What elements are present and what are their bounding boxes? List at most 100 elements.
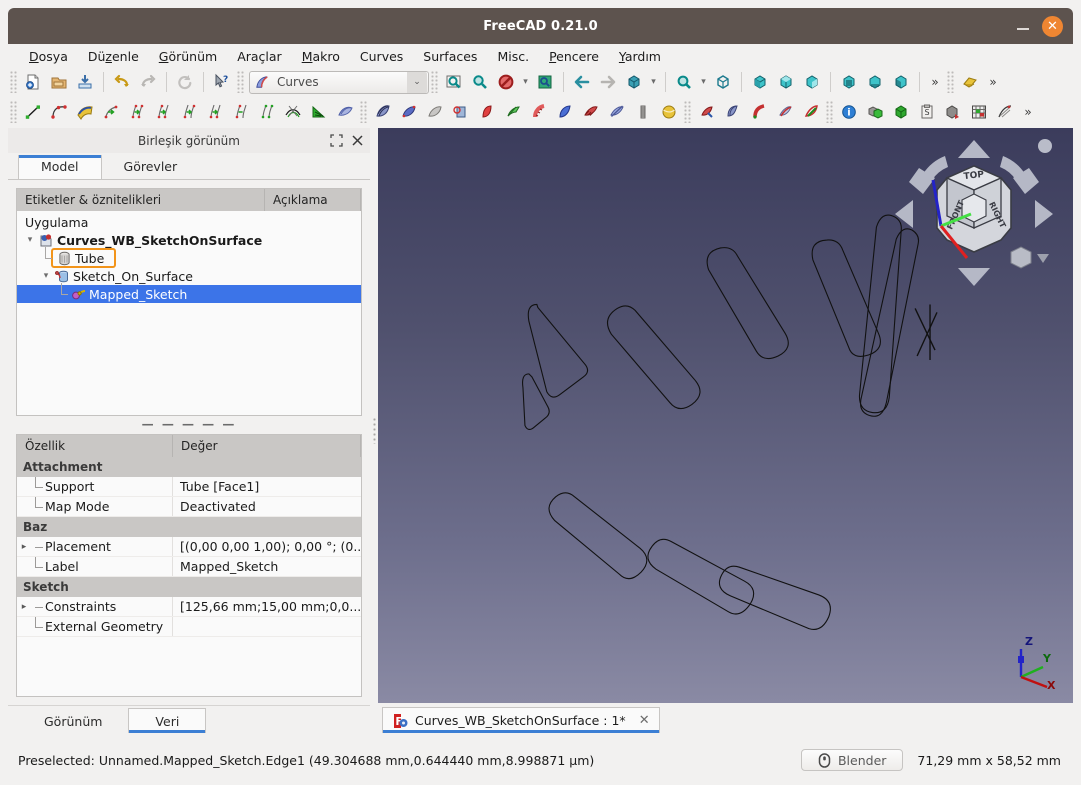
open-document-icon[interactable] <box>46 70 72 94</box>
axonometric-view-icon[interactable] <box>532 70 558 94</box>
chevron-down-icon[interactable]: ▾ <box>519 70 532 94</box>
sweep-surface-icon[interactable] <box>500 100 526 124</box>
expand-panel-icon[interactable] <box>329 134 343 148</box>
line-curve-icon[interactable] <box>20 100 46 124</box>
split-curve-icon[interactable] <box>124 100 150 124</box>
appearance-icon[interactable] <box>957 70 983 94</box>
toolbar-grip[interactable] <box>10 101 18 123</box>
sublink-icon[interactable] <box>798 100 824 124</box>
toolbar-grip[interactable] <box>360 101 368 123</box>
toolbar-grip[interactable] <box>431 71 439 93</box>
clipboard-macro-icon[interactable]: S <box>914 100 940 124</box>
panel-splitter[interactable]: — — — — — <box>8 416 370 434</box>
pipeshell-icon[interactable] <box>526 100 552 124</box>
toolbar-overflow-button[interactable]: » <box>925 70 945 94</box>
property-row[interactable]: ▸ Placement [(0,00 0,00 1,00); 0,00 °; (0.… <box>17 537 361 557</box>
multi-loft-icon[interactable] <box>630 100 656 124</box>
tab-g-revler[interactable]: Görevler <box>101 155 200 179</box>
close-panel-icon[interactable] <box>350 134 364 148</box>
tree-twisty-icon[interactable]: ▾ <box>23 235 37 245</box>
property-tab-veri[interactable]: Veri <box>128 708 207 733</box>
menu-item-misc[interactable]: Misc. <box>488 47 538 66</box>
property-row[interactable]: External Geometry <box>17 617 361 637</box>
document-tab[interactable]: F Curves_WB_SketchOnSurface : 1* ✕ <box>382 707 660 733</box>
menu-item-dosya[interactable]: Dosya <box>20 47 77 66</box>
property-value[interactable]: [125,66 mm;15,00 mm;0,0... <box>173 599 361 614</box>
paste-geometry-icon[interactable] <box>694 100 720 124</box>
discretize-curve-icon[interactable] <box>150 100 176 124</box>
rear-view-icon[interactable] <box>836 70 862 94</box>
approximate-curve-icon[interactable] <box>176 100 202 124</box>
left-view-icon[interactable] <box>888 70 914 94</box>
navigation-cube[interactable]: TOP FRONT RIGHT <box>889 134 1059 294</box>
toolbar-grip[interactable] <box>237 71 245 93</box>
front-view-icon[interactable] <box>747 70 773 94</box>
navigation-style-button[interactable]: Blender <box>800 749 904 771</box>
isocurve-icon[interactable] <box>332 100 358 124</box>
right-view-icon[interactable] <box>799 70 825 94</box>
bottom-view-icon[interactable] <box>862 70 888 94</box>
refresh-icon[interactable] <box>172 70 198 94</box>
menu-item-yard-m[interactable]: Yardım <box>610 47 670 66</box>
workbench-selector[interactable]: Curves ⌄ <box>249 70 429 94</box>
loft-surface-icon[interactable] <box>552 100 578 124</box>
mixed-curve-icon[interactable] <box>772 100 798 124</box>
comb-plot-icon[interactable] <box>280 100 306 124</box>
nurbs-editor-icon[interactable] <box>992 100 1018 124</box>
bezier-curve-icon[interactable] <box>46 100 72 124</box>
menu-item-makro[interactable]: Makro <box>293 47 349 66</box>
menu-item-surfaces[interactable]: Surfaces <box>414 47 486 66</box>
isometric-view-icon[interactable] <box>621 70 647 94</box>
solid-box-icon[interactable] <box>888 100 914 124</box>
property-value[interactable]: Tube [Face1] <box>173 479 361 494</box>
tab-model[interactable]: Model <box>18 155 102 179</box>
profile-support-icon[interactable] <box>448 100 474 124</box>
surface-patch-icon[interactable] <box>422 100 448 124</box>
menu-item-pencere[interactable]: Pencere <box>540 47 608 66</box>
curve-on-mesh-icon[interactable] <box>746 100 772 124</box>
extend-curve-icon[interactable] <box>228 100 254 124</box>
blend-curve-icon[interactable] <box>254 100 280 124</box>
tree-item-tube[interactable]: Tube <box>17 247 361 268</box>
tree-twisty-icon[interactable]: ▾ <box>39 271 53 281</box>
property-row[interactable]: ▸ Constraints [125,66 mm;15,00 mm;0,0... <box>17 597 361 617</box>
sketch-on-surface-icon[interactable] <box>370 100 396 124</box>
grid-icon[interactable] <box>966 100 992 124</box>
close-icon[interactable]: ✕ <box>639 713 650 728</box>
tree-item-curves-wb-sketchonsurface[interactable]: ▾ Curves_WB_SketchOnSurface <box>17 231 361 249</box>
solid-from-shell-icon[interactable] <box>720 100 746 124</box>
menu-item-d-zenle[interactable]: Düzenle <box>79 47 148 66</box>
whats-this-icon[interactable]: ? <box>209 70 235 94</box>
new-document-icon[interactable] <box>20 70 46 94</box>
property-value[interactable]: Mapped_Sketch <box>173 559 361 574</box>
tree-item-mapped-sketch[interactable]: Mapped_Sketch <box>17 283 361 303</box>
join-curve-icon[interactable] <box>98 100 124 124</box>
chevron-down-icon[interactable]: ▾ <box>697 70 710 94</box>
zoom-box-icon[interactable] <box>671 70 697 94</box>
axonometric-cube-icon[interactable] <box>710 70 736 94</box>
gordon-surface-icon[interactable] <box>396 100 422 124</box>
property-value[interactable]: [(0,00 0,00 1,00); 0,00 °; (0... <box>173 539 361 554</box>
minimize-button[interactable] <box>1014 17 1032 35</box>
redo-icon[interactable] <box>135 70 161 94</box>
top-view-icon[interactable] <box>773 70 799 94</box>
draw-style-icon[interactable] <box>493 70 519 94</box>
editable-spline-icon[interactable] <box>72 100 98 124</box>
toolbar-grip[interactable] <box>684 101 692 123</box>
property-row[interactable]: Support Tube [Face1] <box>17 477 361 497</box>
chevron-down-icon[interactable]: ⌄ <box>407 71 427 93</box>
ruled-surface-icon[interactable] <box>474 100 500 124</box>
property-row[interactable]: Map Mode Deactivated <box>17 497 361 517</box>
toolbar-grip[interactable] <box>947 71 955 93</box>
interpolate-curve-icon[interactable] <box>202 100 228 124</box>
toolbar-grip[interactable] <box>826 101 834 123</box>
menu-item-curves[interactable]: Curves <box>351 47 412 66</box>
close-button[interactable]: ✕ <box>1042 15 1063 37</box>
extract-compound-icon[interactable] <box>862 100 888 124</box>
tree-item-uygulama[interactable]: Uygulama <box>17 213 361 231</box>
chevron-right-icon[interactable]: ▸ <box>17 542 31 552</box>
toolbar-grip[interactable] <box>10 71 18 93</box>
vertical-splitter[interactable] <box>370 128 378 733</box>
info-icon[interactable]: i <box>836 100 862 124</box>
property-value[interactable]: Deactivated <box>173 499 361 514</box>
